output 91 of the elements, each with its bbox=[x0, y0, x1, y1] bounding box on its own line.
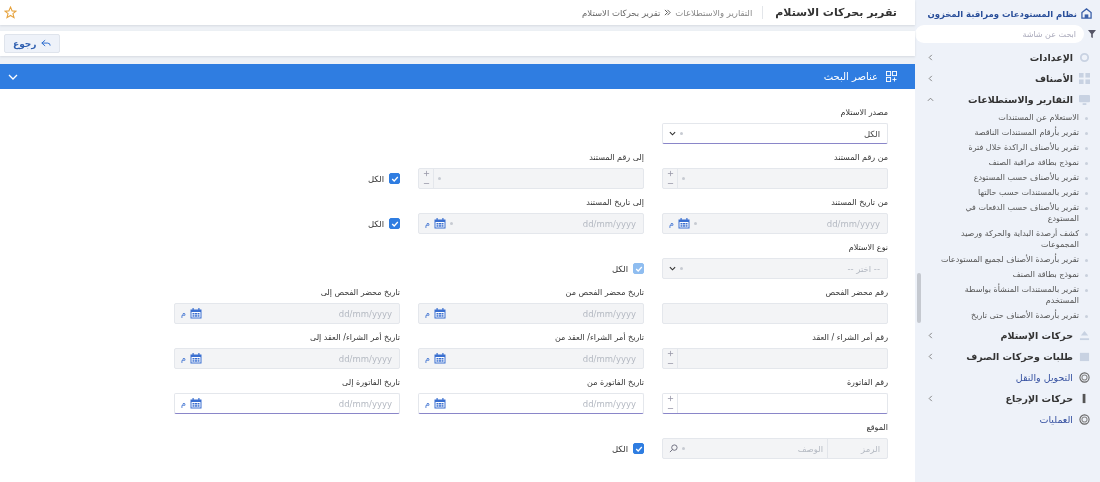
scrollbar-thumb[interactable] bbox=[917, 273, 921, 323]
submenu-item[interactable]: تقرير بالمستندات حسب حالتها bbox=[933, 185, 1100, 200]
field-label: مصدر الاستلام bbox=[839, 107, 888, 119]
menu-item[interactable]: حركات الإستلام bbox=[915, 325, 1100, 346]
breadcrumb-current: تقرير بحركات الاستلام bbox=[582, 7, 661, 18]
field-label: رقم الفاتورة bbox=[845, 377, 888, 389]
field-label: إلى تاريخ المستند bbox=[585, 197, 644, 209]
field-label: تاريخ محضر الفحص إلى bbox=[319, 287, 400, 299]
menu-item[interactable]: طلبات وحركات الصرف bbox=[915, 346, 1100, 367]
bullet-icon bbox=[1085, 177, 1088, 180]
check-icon bbox=[390, 219, 399, 228]
field-label: من رقم المستند bbox=[833, 152, 888, 164]
bullet-icon bbox=[1085, 162, 1088, 165]
grid-icon bbox=[1079, 73, 1090, 84]
double-chevron-icon bbox=[664, 9, 672, 16]
ring-icon bbox=[1079, 372, 1090, 383]
menu-item[interactable]: التحويل والنقل bbox=[915, 367, 1100, 388]
plus-icon[interactable] bbox=[667, 395, 674, 403]
calendar-suffix: م bbox=[181, 309, 186, 318]
bullet-icon bbox=[1085, 259, 1088, 262]
menu-item[interactable]: الإعدادات bbox=[915, 47, 1100, 68]
panel-header[interactable]: عناصر البحث bbox=[0, 64, 915, 89]
box-icon bbox=[1079, 351, 1090, 362]
field-label: رقم أمر الشراء / العقد bbox=[811, 332, 888, 344]
submenu-item[interactable]: تقرير بالأصناف حسب المستودع bbox=[933, 170, 1100, 185]
menu-item[interactable]: حركات الإرجاع bbox=[915, 388, 1100, 409]
select-field[interactable]: الكل bbox=[662, 123, 888, 144]
bullet-icon bbox=[1085, 147, 1088, 150]
all-checkbox[interactable]: الكل bbox=[367, 213, 400, 234]
grid-icon bbox=[886, 71, 897, 82]
field-label: إلى رقم المستند bbox=[588, 152, 644, 164]
check-icon bbox=[634, 264, 643, 273]
field-label: رقم محضر الفحص bbox=[824, 287, 888, 299]
breadcrumb-link[interactable]: التقارير والاستطلاعات bbox=[675, 7, 753, 18]
clear-icon[interactable] bbox=[680, 132, 683, 135]
calendar-suffix: م bbox=[425, 354, 430, 363]
calendar-icon[interactable] bbox=[433, 398, 446, 409]
bullet-icon bbox=[1085, 132, 1088, 135]
monitor-icon bbox=[1079, 94, 1090, 105]
calendar-suffix: م bbox=[425, 309, 430, 318]
submenu-item[interactable]: تقرير بأرصدة الأصناف حتى تاريخ bbox=[933, 308, 1100, 323]
submenu-item[interactable]: تقرير بأرقام المستندات الناقصة bbox=[933, 125, 1100, 140]
all-checkbox[interactable]: الكل bbox=[367, 168, 400, 189]
bullet-icon bbox=[1085, 315, 1088, 318]
filter-icon[interactable] bbox=[1088, 30, 1096, 38]
menu-item[interactable]: العمليات bbox=[915, 409, 1100, 430]
field-label: تاريخ أمر الشراء/ العقد من bbox=[553, 332, 644, 344]
submenu-item[interactable]: تقرير بالأصناف حسب الدفعات في المستودع bbox=[933, 200, 1100, 226]
bullet-icon bbox=[1085, 289, 1088, 292]
star-icon[interactable] bbox=[4, 6, 17, 19]
ring-icon bbox=[1079, 414, 1090, 425]
panel-title: عناصر البحث bbox=[823, 71, 878, 82]
check-icon bbox=[390, 174, 399, 183]
field-label: الموقع bbox=[865, 422, 888, 434]
warehouse-icon bbox=[1081, 8, 1092, 19]
submenu-item[interactable]: تقرير بأرصدة الأصناف لجميع المستودعات bbox=[933, 252, 1100, 267]
back-button[interactable]: رجوع bbox=[4, 34, 61, 53]
submenu-item[interactable]: نموذج بطاقة الصنف bbox=[933, 267, 1100, 282]
check-icon bbox=[634, 444, 643, 453]
field-label: من تاريخ المستند bbox=[830, 197, 888, 209]
menu-item[interactable]: الأصناف bbox=[915, 68, 1100, 89]
all-checkbox[interactable]: الكل bbox=[611, 438, 644, 459]
menu-item[interactable]: التقارير والاستطلاعات bbox=[915, 89, 1100, 110]
submenu-item[interactable]: تقرير بالمستندات المنشأة بواسطة المستخدم bbox=[933, 282, 1100, 308]
bullet-icon bbox=[1085, 233, 1088, 236]
calendar-suffix: م bbox=[669, 219, 674, 228]
bullet-icon bbox=[1085, 192, 1088, 195]
submenu-item[interactable]: تقرير بالأصناف الراكدة خلال فترة bbox=[933, 140, 1100, 155]
calendar-suffix: م bbox=[181, 354, 186, 363]
calendar-suffix: م bbox=[181, 399, 186, 408]
calendar-icon[interactable] bbox=[189, 398, 202, 409]
page-title: تقرير بحركات الاستلام bbox=[762, 6, 897, 19]
calendar-suffix: م bbox=[425, 399, 430, 408]
bullet-icon bbox=[1085, 207, 1088, 210]
calendar-suffix: م bbox=[425, 219, 430, 228]
system-title: نظام المستودعات ومراقبة المخزون bbox=[927, 8, 1077, 19]
submenu-item[interactable]: الاستعلام عن المستندات bbox=[933, 110, 1100, 125]
search-field[interactable]: ابحث عن شاشة bbox=[915, 25, 1084, 43]
submenu-item[interactable]: كشف أرصدة البداية والحركة ورصيد المجموعات bbox=[933, 226, 1100, 252]
number-field[interactable] bbox=[662, 393, 888, 414]
bullet-icon bbox=[1085, 117, 1088, 120]
field-label: تاريخ أمر الشراء/ العقد إلى bbox=[309, 332, 400, 344]
field-label: نوع الاستلام bbox=[847, 242, 888, 254]
bullet-icon bbox=[1085, 274, 1088, 277]
back-arrow-icon bbox=[41, 39, 52, 48]
field-label: تاريخ الفاتورة إلى bbox=[341, 377, 400, 389]
field-label: تاريخ الفاتورة من bbox=[586, 377, 644, 389]
field-label: تاريخ محضر الفحص من bbox=[564, 287, 644, 299]
upload-icon bbox=[1079, 330, 1090, 341]
submenu-item[interactable]: نموذج بطاقة مراقبة الصنف bbox=[933, 155, 1100, 170]
caret-icon[interactable] bbox=[669, 130, 676, 137]
